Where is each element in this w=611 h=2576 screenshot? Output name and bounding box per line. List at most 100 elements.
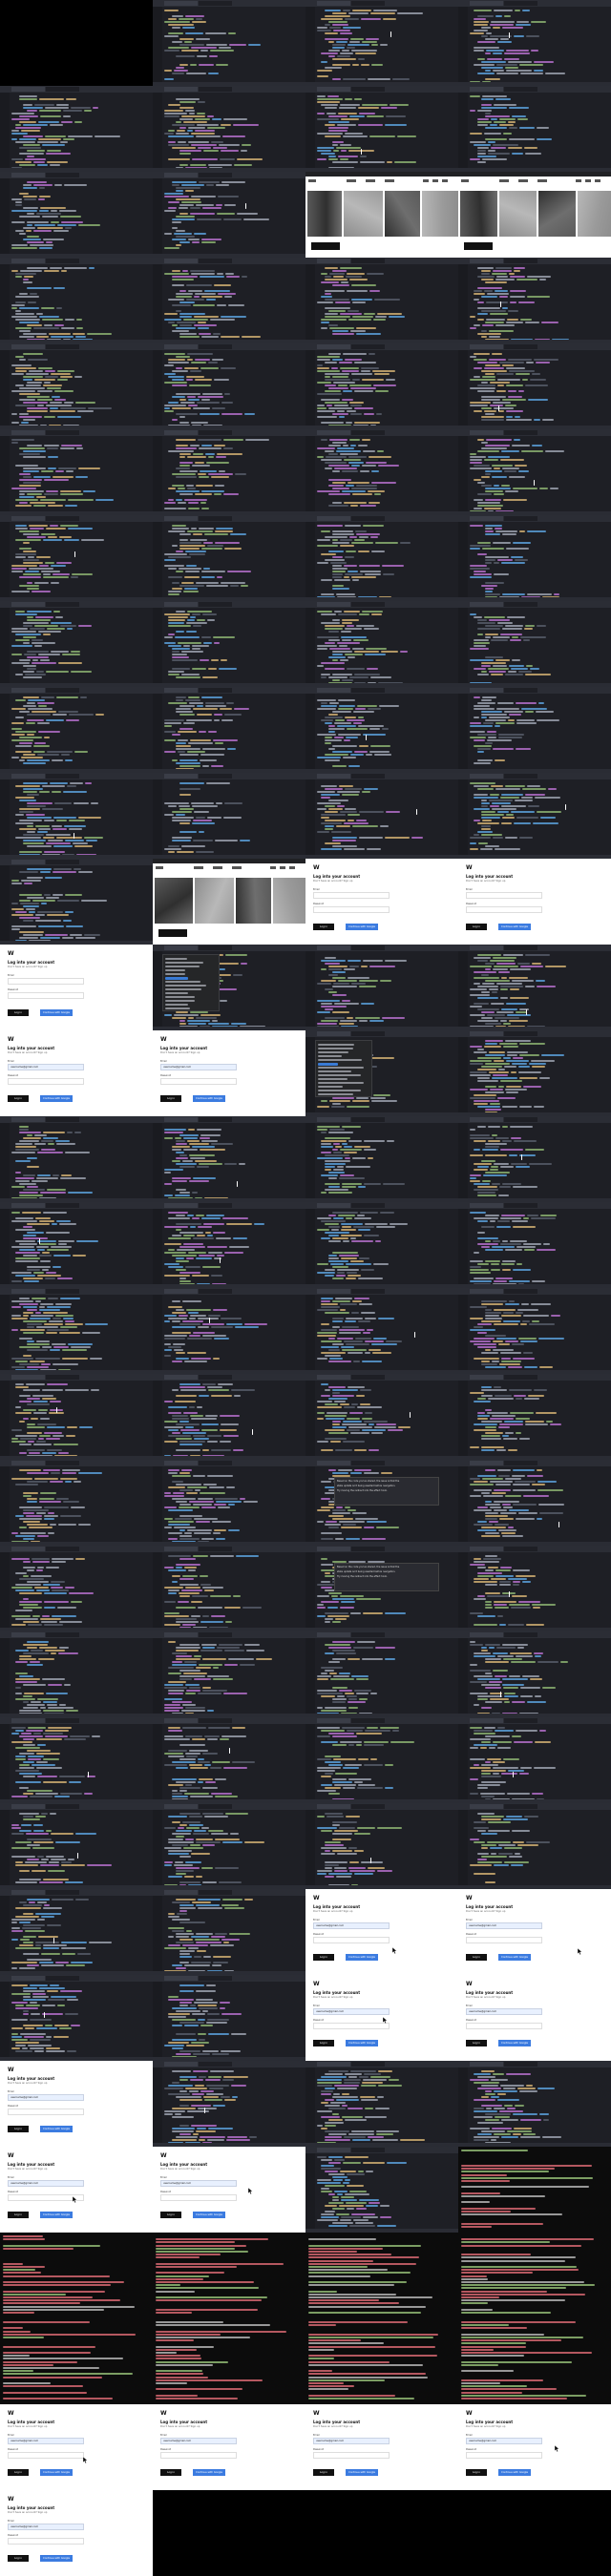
code-editor-frame[interactable] xyxy=(458,945,611,1030)
signup-prompt[interactable]: Don't have an account? Sign up xyxy=(160,1051,200,1054)
editor-tab-bar[interactable] xyxy=(458,515,611,522)
context-menu-item[interactable] xyxy=(318,1074,361,1076)
editor-tab-active[interactable] xyxy=(199,774,233,779)
code-editor-frame[interactable] xyxy=(458,429,611,515)
editor-tab-bar[interactable] xyxy=(458,343,611,350)
editor-tab-bar[interactable] xyxy=(153,429,306,436)
code-editor-frame[interactable] xyxy=(0,515,153,601)
editor-tab[interactable] xyxy=(164,1117,199,1122)
editor-tab[interactable] xyxy=(164,1632,199,1637)
editor-tab[interactable] xyxy=(317,1,351,6)
editor-tab-active[interactable] xyxy=(504,1289,538,1294)
email-field[interactable]: username@gmail.com xyxy=(8,1064,84,1070)
editor-tab-bar[interactable] xyxy=(458,687,611,694)
editor-tab-bar[interactable] xyxy=(458,945,611,951)
login-button[interactable]: Log in xyxy=(466,924,487,930)
gallery-photo[interactable] xyxy=(460,191,497,237)
email-field[interactable] xyxy=(313,892,390,899)
editor-tab-active[interactable] xyxy=(199,1117,233,1122)
editor-with-popup-frame[interactable]: Based on the code you've shared, the iss… xyxy=(306,1460,458,1546)
editor-tab[interactable] xyxy=(317,945,351,950)
nav-link[interactable] xyxy=(280,866,285,869)
editor-tab[interactable] xyxy=(11,1632,46,1637)
editor-tab-bar[interactable] xyxy=(0,86,153,93)
editor-tab-active[interactable] xyxy=(504,344,538,349)
nav-link[interactable] xyxy=(432,179,438,182)
code-editor-frame[interactable] xyxy=(0,859,153,945)
editor-tab-bar[interactable] xyxy=(0,258,153,264)
code-editor-frame[interactable] xyxy=(458,1030,611,1116)
email-field[interactable] xyxy=(8,978,84,985)
editor-tab[interactable] xyxy=(470,774,504,779)
site-nav[interactable] xyxy=(156,866,303,870)
gallery-photo[interactable] xyxy=(236,878,271,924)
editor-tab-active[interactable] xyxy=(351,602,386,607)
editor-tab-active[interactable] xyxy=(199,259,233,263)
login-page-frame[interactable]: W Log into your account Don't have an acco… xyxy=(306,859,458,945)
editor-tab-bar[interactable] xyxy=(458,429,611,436)
editor-tab[interactable] xyxy=(11,1375,46,1380)
context-menu[interactable] xyxy=(315,1040,372,1097)
editor-tab-bar[interactable] xyxy=(153,515,306,522)
editor-tab[interactable] xyxy=(164,1289,199,1294)
editor-tab-active[interactable] xyxy=(46,516,80,521)
editor-tab[interactable] xyxy=(11,774,46,779)
editor-tab-bar[interactable] xyxy=(306,515,458,522)
editor-tab-active[interactable] xyxy=(504,1031,538,1036)
nav-link[interactable] xyxy=(585,179,591,182)
nav-link[interactable] xyxy=(595,179,600,182)
gallery-photo[interactable] xyxy=(195,878,234,924)
site-nav[interactable] xyxy=(308,179,455,183)
editor-tab[interactable] xyxy=(164,945,199,950)
code-editor-frame[interactable] xyxy=(306,258,458,343)
gallery-page-frame[interactable] xyxy=(306,172,458,258)
code-editor-frame[interactable] xyxy=(0,1202,153,1288)
code-editor-frame[interactable] xyxy=(153,172,306,258)
editor-tab[interactable] xyxy=(11,1289,46,1294)
editor-tab[interactable] xyxy=(164,430,199,435)
editor-tab[interactable] xyxy=(11,259,46,263)
editor-tab[interactable] xyxy=(11,1117,46,1122)
editor-tab[interactable] xyxy=(11,1203,46,1208)
code-editor-frame[interactable] xyxy=(458,1288,611,1374)
editor-tab-bar[interactable] xyxy=(306,945,458,951)
context-menu-item[interactable] xyxy=(165,981,201,983)
editor-tab-bar[interactable] xyxy=(306,1202,458,1209)
code-editor-frame[interactable] xyxy=(458,1717,611,1803)
code-editor-frame[interactable] xyxy=(153,1288,306,1374)
editor-tab-active[interactable] xyxy=(199,945,233,950)
password-field[interactable] xyxy=(8,1078,84,1085)
editor-tab-active[interactable] xyxy=(351,259,386,263)
editor-tab-active[interactable] xyxy=(46,860,80,864)
editor-tab-bar[interactable] xyxy=(306,0,458,7)
editor-tab-bar[interactable] xyxy=(458,1288,611,1295)
editor-tab-active[interactable] xyxy=(351,1632,386,1637)
google-login-button[interactable]: Continue with Google xyxy=(346,924,378,930)
context-menu-item[interactable] xyxy=(165,969,185,971)
code-editor-frame[interactable] xyxy=(153,687,306,773)
editor-tab-active[interactable] xyxy=(351,87,386,92)
code-editor-frame[interactable] xyxy=(306,1717,458,1803)
code-editor-frame[interactable] xyxy=(153,1546,306,1631)
editor-tab[interactable] xyxy=(470,1632,504,1637)
cta-banner[interactable] xyxy=(158,929,187,937)
signup-prompt[interactable]: Don't have an account? Sign up xyxy=(8,1051,47,1054)
editor-tab-bar[interactable] xyxy=(458,1030,611,1037)
editor-tab-active[interactable] xyxy=(351,1031,386,1036)
code-editor-frame[interactable] xyxy=(458,258,611,343)
editor-tab-active[interactable] xyxy=(46,1203,80,1208)
login-button[interactable]: Log in xyxy=(8,1095,29,1102)
nav-link[interactable] xyxy=(213,866,222,869)
editor-tab-active[interactable] xyxy=(46,1461,80,1465)
editor-tab-bar[interactable] xyxy=(306,687,458,694)
editor-tab-bar[interactable] xyxy=(153,601,306,608)
editor-tab-active[interactable] xyxy=(504,1203,538,1208)
editor-with-menu-frame[interactable] xyxy=(306,1030,458,1116)
code-editor-frame[interactable] xyxy=(0,1803,153,1889)
code-editor-frame[interactable] xyxy=(306,773,458,859)
editor-tab-active[interactable] xyxy=(351,1,386,6)
editor-tab-active[interactable] xyxy=(351,688,386,693)
editor-tab-active[interactable] xyxy=(351,516,386,521)
context-menu-item[interactable] xyxy=(318,1093,353,1095)
nav-link[interactable] xyxy=(385,179,394,182)
